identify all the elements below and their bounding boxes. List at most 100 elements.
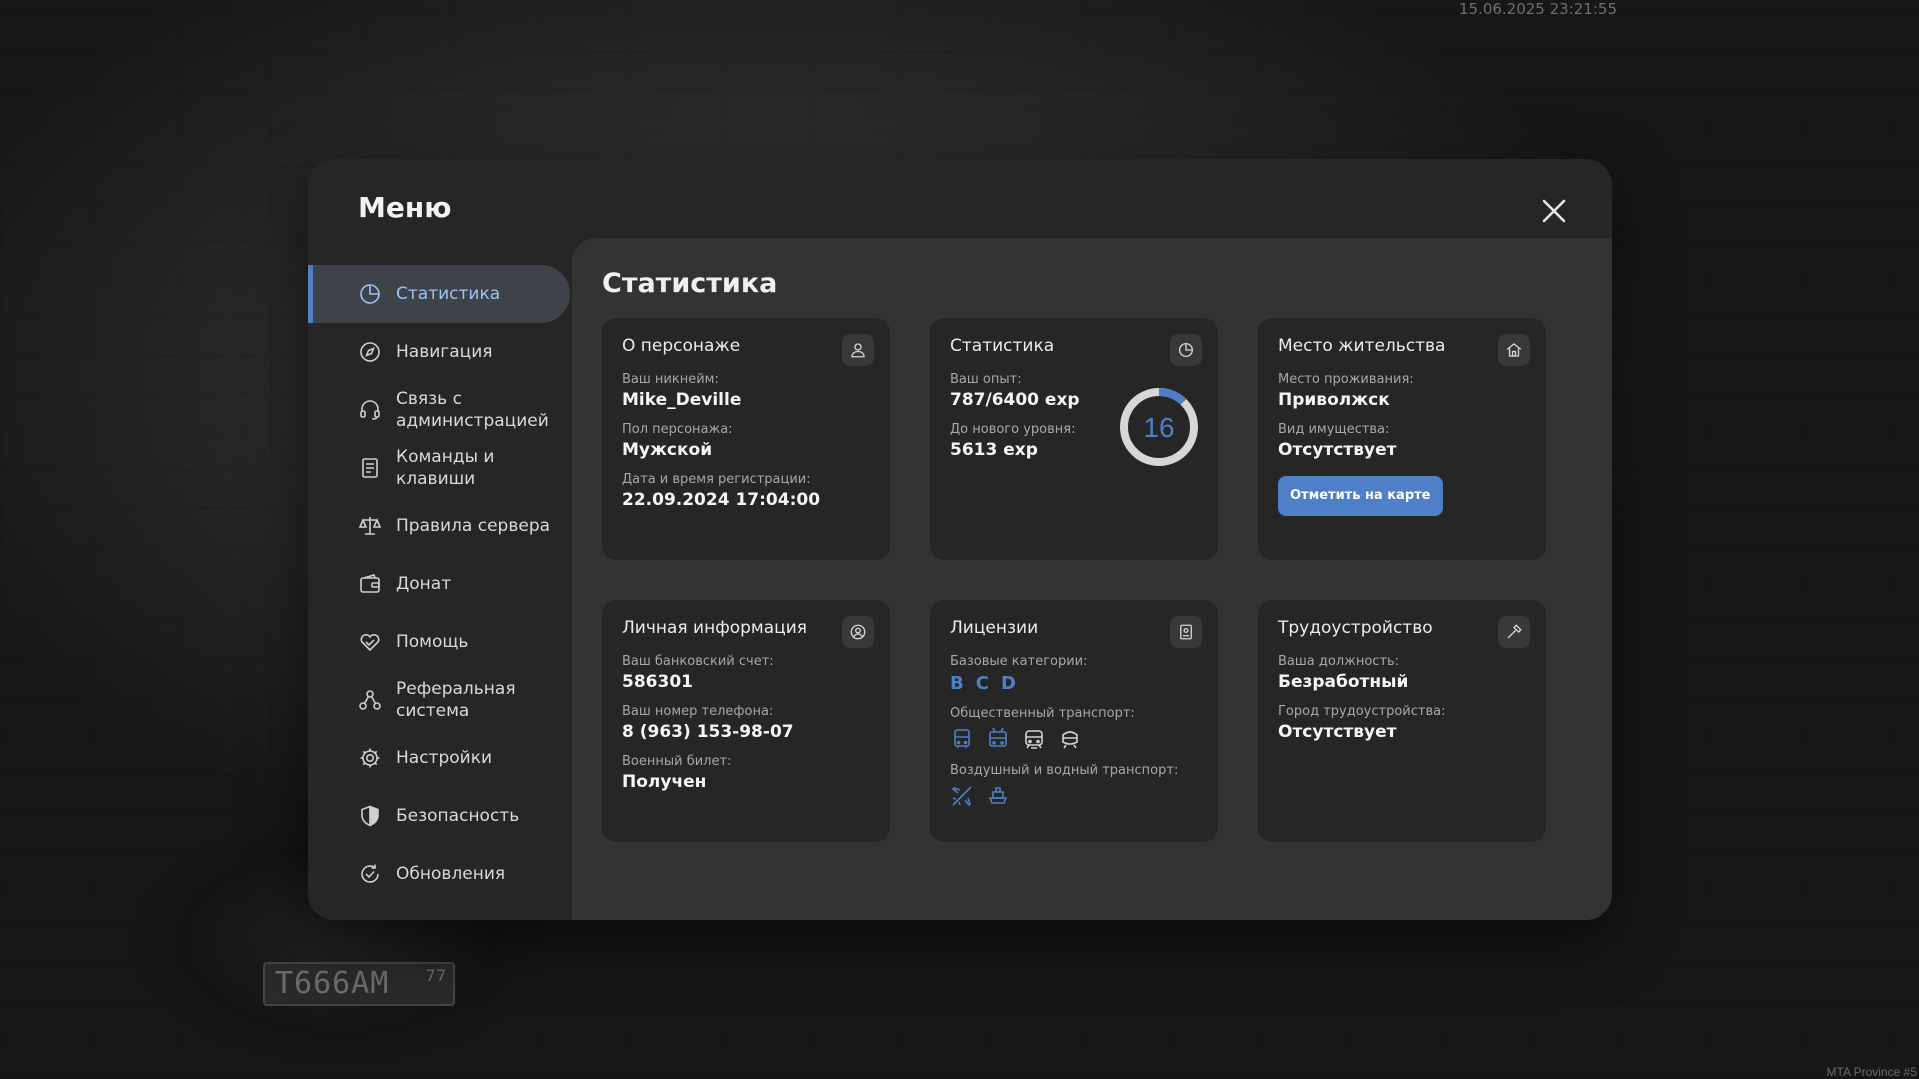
sidebar-item-updates[interactable]: Обновления (308, 845, 570, 903)
sidebar-item-donate[interactable]: Донат (308, 555, 570, 613)
sidebar-item-label: Донат (396, 574, 452, 594)
sidebar-item-navigation[interactable]: Навигация (308, 323, 570, 381)
level-progress-ring: 16 (1120, 388, 1198, 466)
public-transport-icons (950, 727, 1198, 751)
plane-icon (951, 786, 972, 807)
shield-icon (361, 805, 379, 827)
menu-window: Меню Статистика Навигация Связь с админи… (308, 159, 1612, 920)
sidebar-item-referral[interactable]: Реферальная система (308, 671, 570, 729)
sidebar-item-label: Статистика (396, 284, 501, 304)
bank-value: 586301 (622, 672, 693, 692)
nickname-label: Ваш никнейм: (622, 372, 719, 387)
sidebar-item-label: Правила сервера (396, 516, 551, 536)
category-d: D (1000, 673, 1016, 694)
card-personal-info: Личная информация Ваш банковский счет: 5… (602, 600, 890, 842)
card-licenses: Лицензии Базовые категории: B C D Общест… (930, 600, 1218, 842)
military-value: Получен (622, 772, 707, 792)
military-label: Военный билет: (622, 754, 732, 769)
sidebar-item-rules[interactable]: Правила сервера (308, 497, 570, 555)
plate-region: 77 (425, 966, 447, 985)
sidebar-item-label: Связь с администрацией (396, 389, 549, 431)
card-icon-box (1170, 616, 1202, 648)
compass-icon (360, 342, 380, 362)
sidebar-item-settings[interactable]: Настройки (308, 729, 570, 787)
gender-label: Пол персонажа: (622, 422, 733, 437)
residence-label: Место проживания: (1278, 372, 1414, 387)
gear-icon (360, 748, 380, 768)
sidebar-item-label: Настройки (396, 748, 493, 768)
air-water-label: Воздушный и водный транспорт: (950, 763, 1179, 778)
refresh-check-icon (361, 864, 379, 883)
sidebar-item-help[interactable]: Помощь (308, 613, 570, 671)
registration-value: 22.09.2024 17:04:00 (622, 490, 821, 510)
boat-icon (988, 787, 1008, 804)
scales-icon (358, 517, 382, 535)
card-title: Статистика (950, 336, 1055, 356)
registration-label: Дата и время регистрации: (622, 472, 811, 487)
tram-icon (1025, 730, 1043, 749)
card-title: Личная информация (622, 618, 808, 638)
public-transport-label: Общественный транспорт: (950, 706, 1135, 721)
sidebar-item-label: Команды и клавиши (396, 447, 495, 489)
property-label: Вид имущества: (1278, 422, 1390, 437)
phone-value: 8 (963) 153-98-07 (622, 722, 794, 742)
sidebar-item-statistics[interactable]: Статистика (308, 265, 570, 323)
card-icon-box (842, 334, 874, 366)
sidebar-item-label: Реферальная система (396, 679, 516, 721)
sidebar-item-commands[interactable]: Команды и клавиши (308, 439, 570, 497)
license-plate: Т666АМ 77 (263, 962, 455, 1006)
sidebar-item-label: Навигация (396, 342, 493, 362)
card-icon-box (1498, 616, 1530, 648)
bus-icon (954, 729, 970, 748)
card-statistics: Статистика Ваш опыт: 787/6400 exp До нов… (930, 318, 1218, 560)
mark-on-map-button[interactable]: Отметить на карте (1278, 476, 1443, 516)
level-number: 16 (1143, 412, 1174, 443)
card-title: Место жительства (1278, 336, 1446, 356)
card-character: О персонаже Ваш никнейм: Mike_Deville По… (602, 318, 890, 560)
person-icon (851, 343, 865, 358)
category-b: B (950, 673, 964, 694)
position-value: Безработный (1278, 672, 1409, 692)
nickname-value: Mike_Deville (622, 390, 742, 410)
sidebar-nav: Статистика Навигация Связь с администрац… (308, 265, 570, 903)
train-icon (1062, 731, 1078, 749)
card-icon-box (1498, 334, 1530, 366)
job-city-value: Отсутствует (1278, 722, 1397, 742)
sidebar-item-label: Безопасность (396, 806, 520, 826)
license-categories: B C D (950, 673, 1198, 694)
sidebar-item-label: Обновления (396, 864, 506, 884)
stats-pie-icon (360, 284, 380, 304)
sidebar-item-admin-contact[interactable]: Связь с администрацией (308, 381, 570, 439)
close-button[interactable] (1536, 193, 1572, 229)
sidebar-item-security[interactable]: Безопасность (308, 787, 570, 845)
list-doc-icon (362, 458, 378, 478)
user-circle-icon (850, 624, 866, 640)
wallet-icon (360, 574, 380, 593)
trolleybus-icon (989, 727, 1007, 747)
id-badge-icon (1180, 624, 1192, 640)
content-panel: Статистика О персонаже Ваш никнейм: Mike… (572, 238, 1612, 920)
exp-label: Ваш опыт: (950, 372, 1022, 387)
sidebar-item-label: Помощь (396, 632, 469, 652)
heart-hand-icon (360, 633, 380, 652)
hud-datetime: 15.06.2025 23:21:55 (1458, 0, 1617, 18)
card-title: Трудоустройство (1278, 618, 1433, 638)
headset-icon (360, 400, 380, 420)
card-title: Лицензии (950, 618, 1039, 638)
category-c: C (975, 673, 989, 694)
house-icon (1506, 343, 1522, 357)
card-residence: Место жительства Место проживания: Приво… (1258, 318, 1546, 560)
bank-label: Ваш банковский счет: (622, 654, 774, 669)
job-city-label: Город трудоустройства: (1278, 704, 1446, 719)
air-water-icons (950, 784, 1198, 808)
network-icon (359, 690, 381, 710)
card-title: О персонаже (622, 336, 741, 356)
server-watermark: MTA Province #5 (1826, 1065, 1917, 1079)
card-employment: Трудоустройство Ваша должность: Безработ… (1258, 600, 1546, 842)
property-value: Отсутствует (1278, 440, 1397, 460)
position-label: Ваша должность: (1278, 654, 1400, 669)
phone-label: Ваш номер телефона: (622, 704, 774, 719)
residence-value: Приволжск (1278, 390, 1390, 410)
section-title: Статистика (602, 268, 778, 299)
menu-title: Меню (358, 191, 452, 224)
